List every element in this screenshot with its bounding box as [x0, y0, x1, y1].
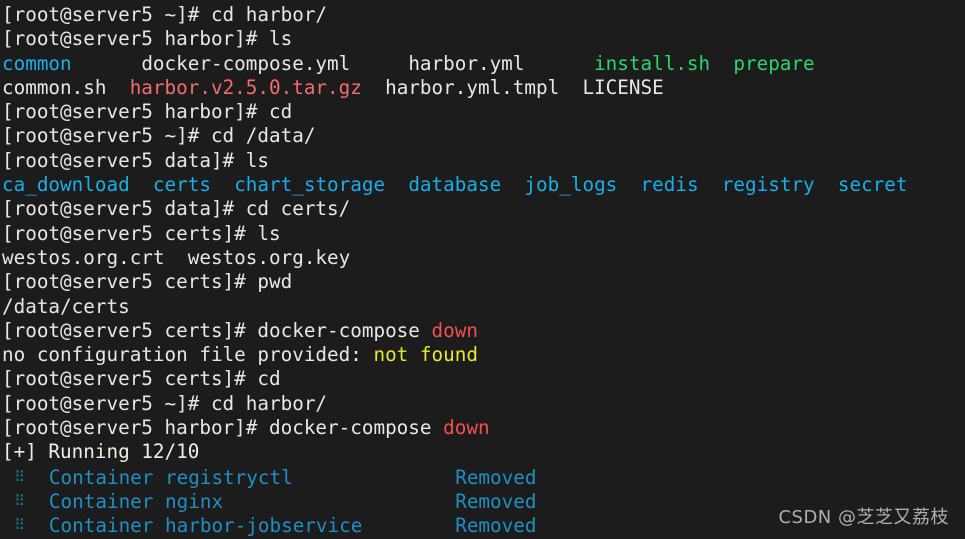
terminal-text-segment: [root@server5 certs]# pwd — [2, 270, 293, 294]
terminal-text-segment: Container harbor-jobservice — [48, 514, 456, 538]
terminal-line: [root@server5 data]# cd certs/ — [2, 197, 965, 221]
terminal-text-segment: westos.org.crt westos.org.key — [2, 245, 351, 269]
terminal-text-segment: down — [431, 318, 478, 342]
terminal-text-segment: certs — [152, 173, 211, 197]
terminal-text-segment: down — [443, 416, 490, 440]
terminal-line: [+] Running 12/10 — [2, 440, 965, 464]
terminal-line: no configuration file provided: not foun… — [2, 343, 965, 367]
terminal-text-segment: common.sh — [2, 75, 107, 99]
terminal-text-segment: harbor.yml.tmpl — [385, 75, 560, 99]
terminal-line: ⠿ Container registryctl Removed — [2, 465, 965, 489]
terminal-line: /data/certs — [2, 295, 965, 319]
terminal-text-segment: secret — [837, 173, 908, 197]
terminal-text-segment: [root@server5 harbor]# cd — [2, 100, 293, 124]
terminal-text-segment: database — [408, 173, 502, 197]
terminal-line: [root@server5 harbor]# cd — [2, 100, 965, 124]
terminal-line: [root@server5 harbor]# docker-compose do… — [2, 416, 965, 440]
terminal-text-segment: common — [2, 51, 72, 75]
terminal-text-segment: [root@server5 certs]# docker-compose — [2, 318, 432, 342]
terminal-line: [root@server5 harbor]# ls — [2, 27, 965, 51]
terminal-line: [root@server5 certs]# cd — [2, 367, 965, 391]
braille-dots-icon: ⠿ — [14, 516, 26, 535]
terminal-text-segment: /data/certs — [2, 294, 130, 318]
terminal-text-segment: [root@server5 data]# ls — [2, 148, 269, 172]
bullet-spacer — [26, 514, 49, 537]
terminal-text-segment: [root@server5 ~]# cd /data/ — [2, 124, 316, 148]
terminal-line: common.sh harbor.v2.5.0.tar.gz harbor.ym… — [2, 76, 965, 100]
terminal-window[interactable]: [root@server5 ~]# cd harbor/[root@server… — [0, 0, 965, 537]
terminal-text-segment: LICENSE — [582, 75, 664, 99]
terminal-line: westos.org.crt westos.org.key — [2, 246, 965, 270]
terminal-line: [root@server5 data]# ls — [2, 149, 965, 173]
terminal-text-segment: docker-compose.yml — [141, 51, 351, 75]
terminal-line: [root@server5 certs]# ls — [2, 222, 965, 246]
csdn-watermark: CSDN @芝芝又荔枝 — [778, 507, 949, 528]
terminal-text-segment: [+] Running 12/10 — [2, 440, 200, 464]
terminal-text-segment: Container registryctl — [48, 465, 456, 489]
terminal-text-segment: [root@server5 harbor]# ls — [2, 27, 293, 51]
terminal-line: ca_download certs chart_storage database… — [2, 173, 965, 197]
terminal-text-segment: chart_storage — [234, 173, 386, 197]
terminal-text-segment: harbor.yml — [408, 51, 525, 75]
terminal-text-segment: Removed — [455, 514, 537, 538]
terminal-line: [root@server5 certs]# pwd — [2, 270, 965, 294]
terminal-text-segment: harbor.v2.5.0.tar.gz — [129, 75, 362, 99]
terminal-text-segment: [root@server5 certs]# ls — [2, 221, 281, 245]
bullet-spacer — [26, 490, 49, 513]
terminal-text-segment: [root@server5 harbor]# docker-compose — [2, 416, 444, 440]
terminal-text-segment: not found — [373, 343, 478, 367]
terminal-text-segment: Removed — [455, 489, 537, 513]
terminal-text-segment: [root@server5 ~]# cd harbor/ — [2, 3, 328, 26]
terminal-text-segment: registry — [721, 173, 815, 197]
terminal-line: [root@server5 certs]# docker-compose dow… — [2, 319, 965, 343]
terminal-line: [root@server5 ~]# cd /data/ — [2, 124, 965, 148]
terminal-line: [root@server5 ~]# cd harbor/ — [2, 3, 965, 27]
bullet-spacer — [26, 466, 49, 489]
terminal-text-segment: Container nginx — [48, 489, 456, 513]
terminal-line: [root@server5 ~]# cd harbor/ — [2, 392, 965, 416]
terminal-text-segment: ca_download — [2, 173, 130, 197]
braille-dots-icon: ⠿ — [14, 491, 26, 510]
terminal-text-segment: Removed — [455, 465, 537, 489]
terminal-line: common docker-compose.yml harbor.yml ins… — [2, 52, 965, 76]
terminal-text-segment: job_logs — [524, 173, 618, 197]
terminal-text-segment: install.sh — [594, 51, 711, 75]
terminal-text-segment: [root@server5 certs]# cd — [2, 367, 281, 391]
terminal-text-segment: prepare — [733, 51, 815, 75]
terminal-text-segment: redis — [640, 173, 699, 197]
braille-dots-icon: ⠿ — [14, 467, 26, 486]
terminal-text-segment: [root@server5 data]# cd certs/ — [2, 197, 351, 221]
terminal-output: [root@server5 ~]# cd harbor/[root@server… — [2, 3, 965, 538]
terminal-text-segment: no configuration file provided: — [2, 343, 374, 367]
terminal-text-segment: [root@server5 ~]# cd harbor/ — [2, 391, 328, 415]
